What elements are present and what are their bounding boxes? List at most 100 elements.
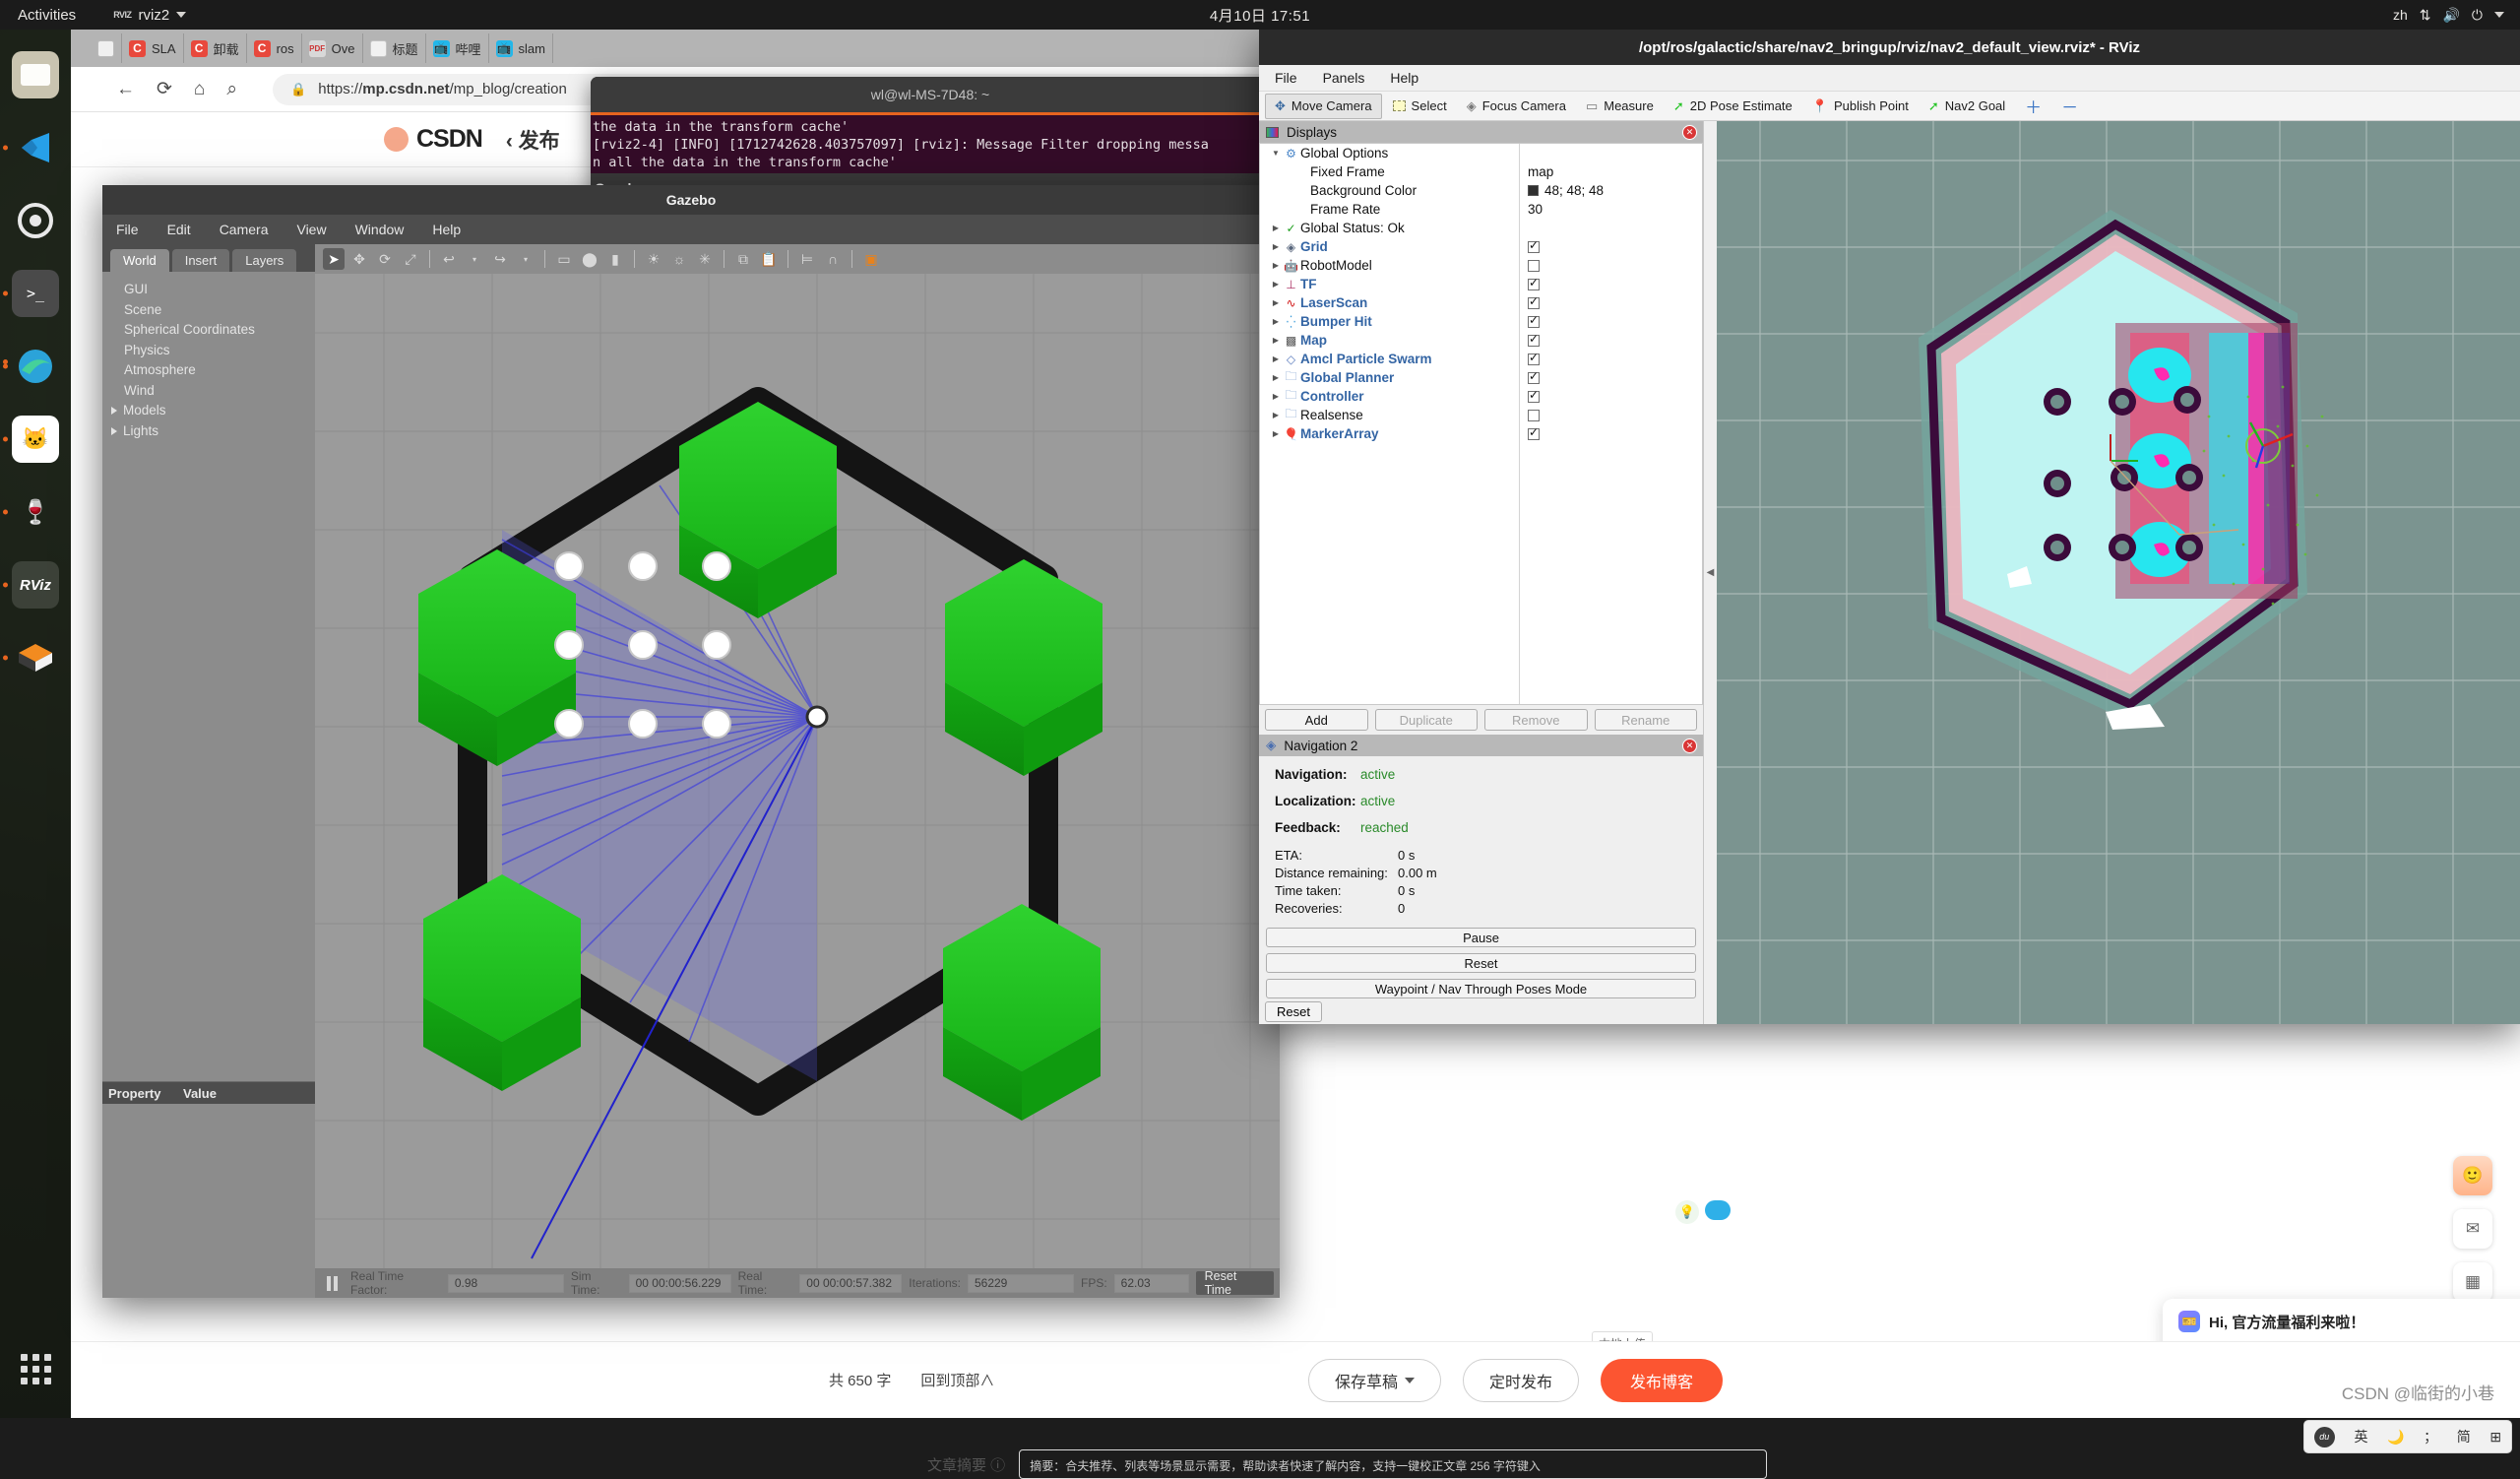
message-icon[interactable]: ✉ [2453,1209,2492,1249]
background-color-value[interactable]: 48; 48; 48 [1528,183,1604,198]
system-tray[interactable]: zh ⇅ 🔊 ⏻ [2393,7,2504,24]
tf-checkbox[interactable] [1528,276,1540,290]
schedule-publish-button[interactable]: 定时发布 [1462,1358,1579,1402]
grid-checkbox[interactable] [1528,238,1540,253]
browser-tab[interactable]: C 卸载 [184,33,247,63]
redo-icon[interactable]: ↪ [489,248,511,270]
chevron-down-icon[interactable]: ▼ [1270,149,1282,158]
browser-tab[interactable]: 📺 哔哩 [426,33,489,63]
chat-chip-icon[interactable] [1705,1200,1731,1220]
search-icon[interactable]: ⌕ [226,79,237,100]
power-icon[interactable]: ⏻ [2472,7,2483,24]
light-directional-icon[interactable]: ✳ [694,248,716,270]
display-row-controller[interactable]: ▶ 🗀 Controller [1260,387,1702,406]
robotmodel-checkbox[interactable] [1528,259,1540,272]
back-icon[interactable]: ← [116,79,135,100]
display-row-amcl-particle-swarm[interactable]: ▶ ◇ Amcl Particle Swarm [1260,350,1702,368]
chevron-right-icon[interactable]: ▶ [1270,411,1282,419]
bulb-icon[interactable]: 💡 [1675,1200,1699,1224]
save-draft-button[interactable]: 保存草稿 [1307,1358,1441,1402]
tree-item-physics[interactable]: Physics [124,341,315,361]
markerarray-checkbox[interactable] [1528,425,1540,440]
reset-button[interactable]: Reset [1265,1000,1322,1022]
browser-tab[interactable]: C SLA [122,33,184,63]
publish-blog-button[interactable]: 发布博客 [1600,1358,1723,1402]
settings-icon[interactable] [12,197,59,244]
tab-insert[interactable]: Insert [171,249,230,272]
display-row-robotmodel[interactable]: ▶ 🤖 RobotModel [1260,256,1702,275]
files-icon[interactable] [12,51,59,98]
terminal-icon[interactable]: >_ [3,270,59,317]
controller-checkbox[interactable] [1528,388,1540,403]
reset-time-button[interactable]: Reset Time [1195,1269,1274,1297]
copy-icon[interactable]: ⧉ [732,248,754,270]
wine-icon[interactable]: 🍷 [3,488,59,536]
rviz-icon[interactable]: RViz [3,561,59,609]
publish-breadcrumb[interactable]: ‹ 发布 [506,125,560,155]
tool-nav2-goal[interactable]: ➚ Nav2 Goal [1920,94,2014,119]
tab-world[interactable]: World [110,249,169,272]
csdn-logo[interactable]: CSDN [384,125,483,154]
undo-icon[interactable]: ↩ [438,248,460,270]
home-icon[interactable]: ⌂ [194,79,205,100]
pause-button[interactable]: Pause [1266,928,1696,947]
ime-punctuation-icon[interactable]: ； [2424,1427,2437,1447]
clock[interactable]: 4月10日 17:51 [1210,5,1310,26]
chevron-right-icon[interactable]: ▶ [1270,242,1282,251]
undo-dropdown-icon[interactable]: ▾ [464,248,485,270]
waypoint-mode-button[interactable]: Waypoint / Nav Through Poses Mode [1266,979,1696,998]
vscode-icon[interactable] [3,124,59,171]
reload-icon[interactable]: ⟳ [157,78,172,100]
show-applications-button[interactable] [12,1345,59,1392]
avatar-icon[interactable]: 🙂 [2453,1156,2492,1195]
display-row-markerarray[interactable]: ▶ 🎈 MarkerArray [1260,424,1702,443]
amcl-checkbox[interactable] [1528,351,1540,365]
close-icon[interactable]: ✕ [1682,738,1697,753]
chevron-right-icon[interactable]: ▶ [1270,261,1282,270]
frame-rate-value[interactable]: 30 [1528,202,1543,217]
chevron-right-icon[interactable]: ▶ [1270,429,1282,438]
light-point-icon[interactable]: ☀ [643,248,664,270]
browser-tab[interactable]: PDF Ove [302,33,363,63]
tree-item-scene[interactable]: Scene [124,300,315,321]
display-row-realsense[interactable]: ▶ 🗀 Realsense [1260,406,1702,424]
edge-icon[interactable] [3,343,59,390]
light-spot-icon[interactable]: ☼ [668,248,690,270]
reset-nav-button[interactable]: Reset [1266,953,1696,973]
tool-measure[interactable]: ▭ Measure [1577,94,1663,119]
gazebo-icon[interactable] [3,634,59,681]
ime-simplified-toggle[interactable]: 简 [2457,1427,2471,1447]
grid-icon[interactable]: ▦ [2453,1262,2492,1302]
global-planner-checkbox[interactable] [1528,369,1540,384]
sphere-icon[interactable]: ⬤ [579,248,600,270]
chevron-right-icon[interactable]: ▶ [1270,298,1282,307]
display-row-map[interactable]: ▶ ▩ Map [1260,331,1702,350]
ime-lang-toggle[interactable]: 英 [2354,1427,2367,1447]
tool-move-camera[interactable]: ✥ Move Camera [1265,93,1382,119]
chevron-right-icon[interactable]: ▶ [1270,280,1282,289]
tree-item-wind[interactable]: Wind [124,381,315,402]
menu-panels[interactable]: Panels [1323,70,1365,86]
rotate-icon[interactable]: ⟳ [374,248,396,270]
tree-item-gui[interactable]: GUI [124,280,315,300]
chevron-right-icon[interactable]: ▶ [1270,392,1282,401]
bumper-hit-checkbox[interactable] [1528,313,1540,328]
chevron-right-icon[interactable]: ▶ [1270,336,1282,345]
display-row-background-color[interactable]: Background Color 48; 48; 48 [1260,181,1702,200]
app-menu[interactable]: RVIZ rviz2 [113,7,187,24]
tool-focus-camera[interactable]: ◈ Focus Camera [1458,94,1575,119]
chevron-right-icon[interactable]: ▶ [1270,224,1282,232]
dock-splitter-handle[interactable]: ◀ [1704,121,1717,1024]
tool-select[interactable]: Select [1384,94,1456,119]
realsense-checkbox[interactable] [1528,409,1540,421]
back-to-top-link[interactable]: 回到顶部∧ [920,1370,994,1390]
abstract-input[interactable]: 摘要：合夫推荐、列表等场景显示需要，帮助读者快速了解内容，支持一键校正文章 25… [1019,1449,1768,1479]
displays-tree[interactable]: ▼ ⚙ Global Options Fixed Frame map Backg… [1259,143,1703,705]
add-button[interactable]: Add [1265,709,1368,731]
display-row-laserscan[interactable]: ▶ ∿ LaserScan [1260,293,1702,312]
display-row-global-options[interactable]: ▼ ⚙ Global Options [1260,144,1702,162]
remove-tool-button[interactable]: － [2052,94,2087,119]
fixed-frame-value[interactable]: map [1528,164,1553,179]
box-icon[interactable]: ▭ [553,248,575,270]
menu-help[interactable]: Help [1390,70,1418,86]
